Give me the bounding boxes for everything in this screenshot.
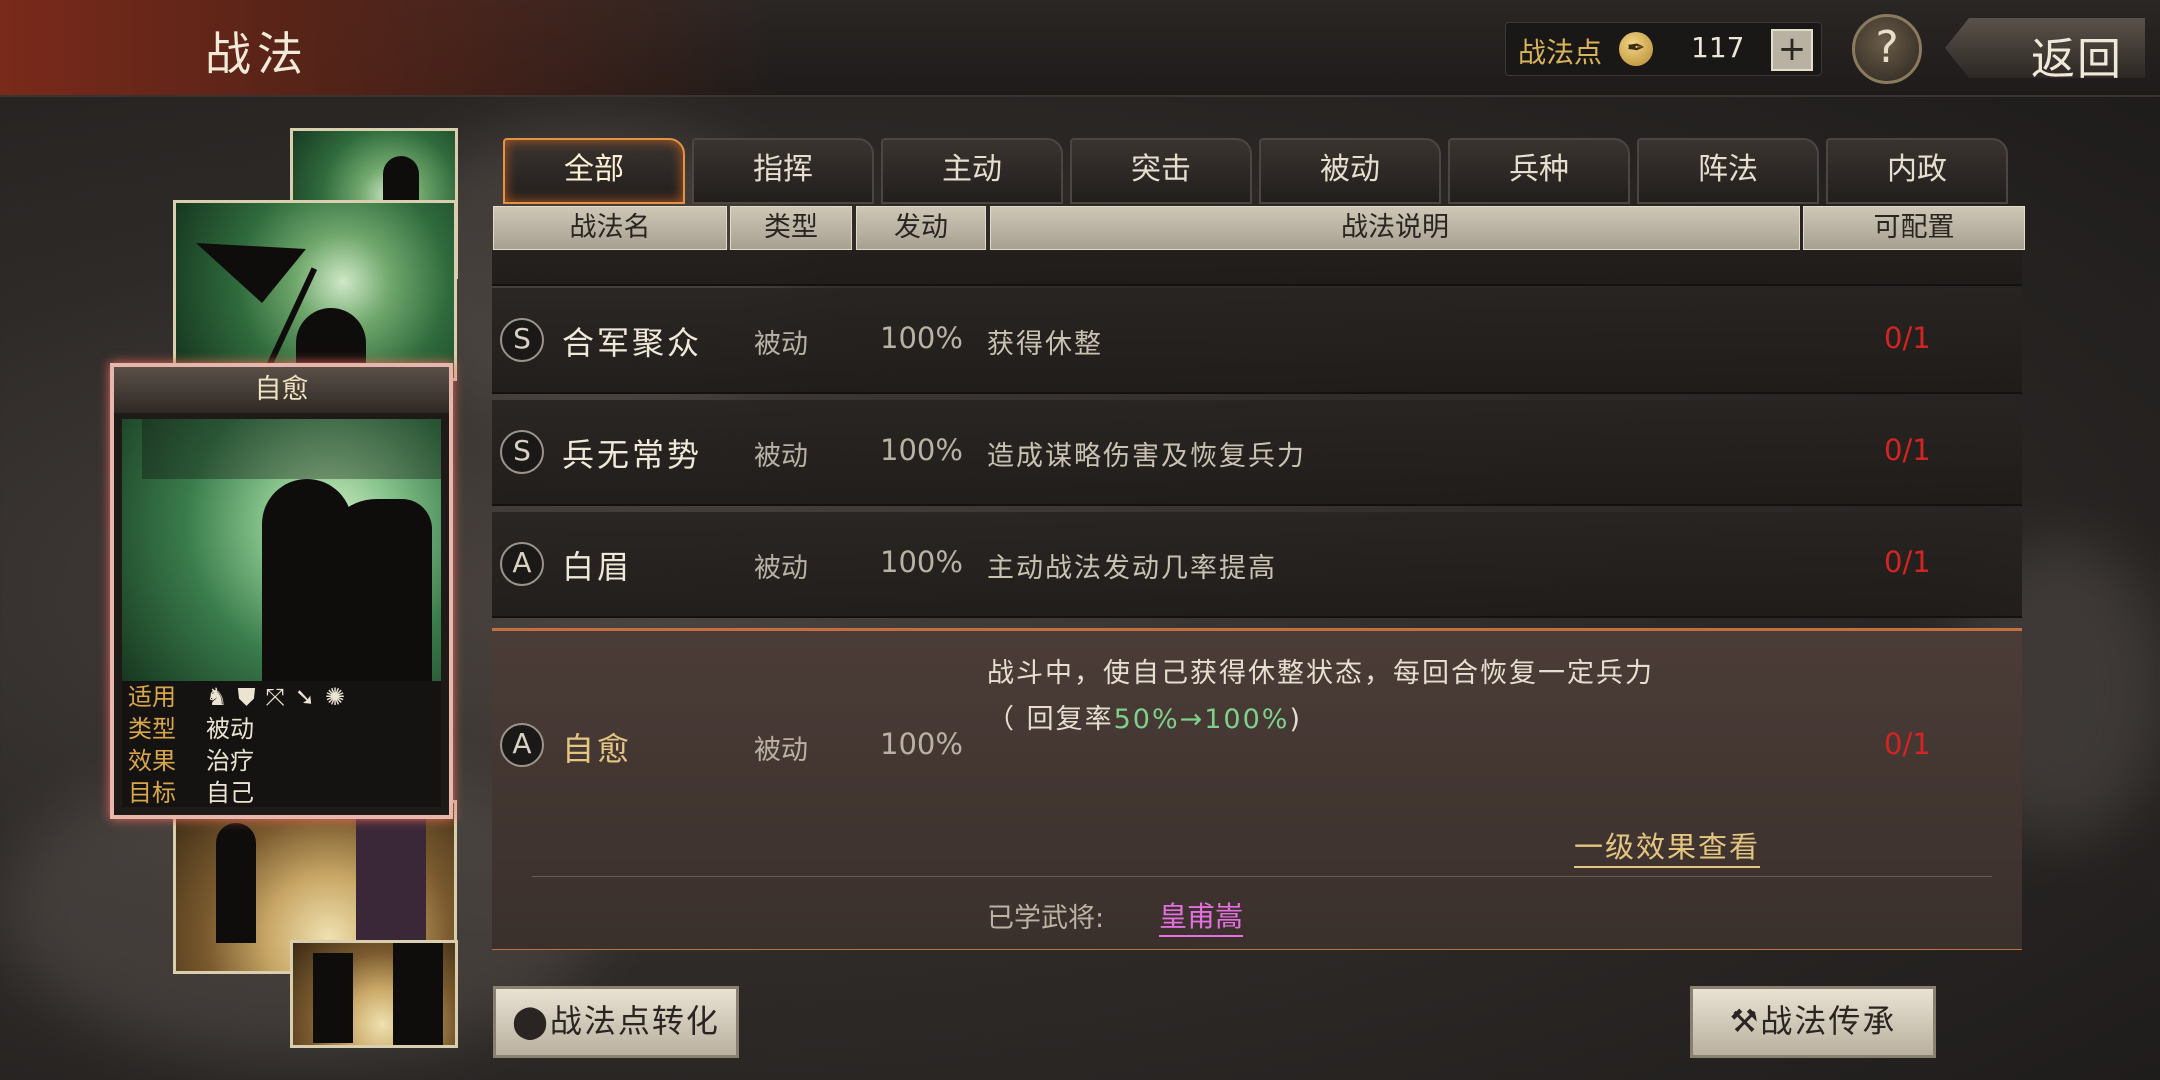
help-button[interactable]: ?: [1852, 14, 1922, 84]
unit-type-icons: ♞⛊⤧➘✺: [206, 681, 355, 713]
tactic-type: 被动: [754, 329, 808, 360]
grade-badge: A: [500, 723, 544, 767]
tactic-list[interactable]: S 合军聚众 被动 100% 获得休整 0/1 S 兵无常势 被动 100% 造…: [492, 250, 2022, 950]
back-label: 返回: [2031, 34, 2123, 85]
tactic-type: 被动: [754, 553, 808, 584]
card-key: 效果: [128, 747, 176, 775]
tactic-description-line1: 战斗中，使自己获得休整状态，每回合恢复一定兵力: [987, 658, 1654, 689]
tactic-description-line2: （ 回复率50%→100%): [987, 697, 1302, 736]
tab-active[interactable]: 主动: [881, 138, 1063, 204]
general-silhouette: [322, 499, 432, 681]
grade-badge: S: [500, 430, 544, 474]
card-row-type: 类型 被动: [122, 713, 441, 745]
card-key: 类型: [128, 715, 176, 743]
tab-all[interactable]: 全部: [503, 138, 685, 204]
list-item[interactable]: S 合军聚众 被动 100% 获得休整 0/1: [492, 288, 2022, 394]
bow-icon: ⤧: [265, 683, 295, 711]
tactic-description: 主动战法发动几率提高: [987, 553, 1277, 584]
tactic-rate: 100%: [880, 321, 963, 355]
tactic-rate: 100%: [880, 545, 963, 579]
tactic-point-coin-icon: ✒: [1619, 32, 1653, 66]
tactic-description: 获得休整: [987, 329, 1103, 360]
add-points-button[interactable]: +: [1771, 29, 1813, 71]
tactic-type: 被动: [754, 735, 808, 766]
tactic-rate: 100%: [880, 727, 963, 761]
card-title: 自愈: [114, 367, 449, 413]
card-value: 治疗: [206, 747, 254, 775]
silhouette: [313, 953, 353, 1043]
tactic-description: 造成谋略伤害及恢复兵力: [987, 441, 1306, 472]
tab-troop-type[interactable]: 兵种: [1448, 138, 1630, 204]
card-key: 目标: [128, 779, 176, 807]
spear-icon: ➘: [294, 683, 325, 711]
card-info: 适用 ♞⛊⤧➘✺ 类型 被动 效果 治疗 目标 自己: [122, 681, 441, 807]
convert-points-label: 战法点转化: [549, 1002, 720, 1040]
army-silhouette: [142, 419, 441, 479]
tab-passive[interactable]: 被动: [1259, 138, 1441, 204]
inherit-tactic-button[interactable]: ⚒战法传承: [1690, 986, 1936, 1058]
tab-command[interactable]: 指挥: [692, 138, 874, 204]
column-header-name[interactable]: 战法名: [493, 206, 727, 250]
tactic-name: 自愈: [562, 730, 633, 768]
recovery-rate-arrow: →: [1179, 704, 1205, 735]
tactic-config-count: 0/1: [1884, 727, 1931, 761]
tactic-rate: 100%: [880, 433, 963, 467]
tactic-points-value: 117: [1691, 31, 1745, 64]
list-item[interactable]: [492, 250, 2022, 286]
card-artwork: [122, 419, 441, 681]
list-item[interactable]: A 白眉 被动 100% 主动战法发动几率提高 0/1: [492, 512, 2022, 618]
convert-points-button[interactable]: ⬤战法点转化: [493, 986, 739, 1058]
tactic-config-count: 0/1: [1884, 545, 1931, 579]
tactic-config-count: 0/1: [1884, 321, 1931, 355]
column-header-description: 战法说明: [990, 206, 1800, 250]
recovery-rate-to: 100%: [1204, 704, 1290, 735]
learned-general-link[interactable]: 皇甫嵩: [1159, 895, 1244, 937]
tab-assault[interactable]: 突击: [1070, 138, 1252, 204]
title-glow: [0, 0, 780, 95]
drop-icon: ⬤: [512, 1002, 550, 1040]
grade-badge: A: [500, 542, 544, 586]
tactic-type: 被动: [754, 441, 808, 472]
card-key: 适用: [128, 683, 176, 711]
tactic-points-box: 战法点 ✒ 117 +: [1505, 22, 1822, 76]
tactic-name: 白眉: [562, 548, 633, 586]
tactic-name: 合军聚众: [562, 324, 703, 362]
list-item[interactable]: S 兵无常势 被动 100% 造成谋略伤害及恢复兵力 0/1: [492, 400, 2022, 506]
grade-badge: S: [500, 318, 544, 362]
selected-tactic-card[interactable]: 自愈 适用 ♞⛊⤧➘✺ 类型 被动 效果 治疗 目标 自己: [110, 363, 453, 819]
tab-internal-affairs[interactable]: 内政: [1826, 138, 2008, 204]
recovery-rate-label: （ 回复率: [987, 704, 1114, 735]
tactic-points-label: 战法点: [1518, 36, 1603, 69]
divider: [532, 876, 1992, 877]
silhouette: [393, 943, 443, 1045]
inherit-tactic-label: 战法传承: [1760, 1002, 1897, 1040]
level-one-effect-link[interactable]: 一级效果查看: [1574, 824, 1761, 868]
silhouette: [216, 823, 256, 943]
top-bar: 战法 战法点 ✒ 117 + ? 返回: [0, 0, 2160, 97]
column-header-trigger[interactable]: 发动: [856, 206, 986, 250]
card-value: 被动: [206, 715, 254, 743]
card-row-effect: 效果 治疗: [122, 745, 441, 777]
stack-card[interactable]: [290, 940, 458, 1048]
tactic-config-count: 0/1: [1884, 433, 1931, 467]
stack-card[interactable]: [173, 200, 457, 381]
hammer-icon: ⚒: [1729, 1002, 1761, 1040]
tactic-name: 兵无常势: [562, 436, 703, 474]
card-value: 自己: [206, 779, 254, 807]
back-button[interactable]: 返回: [1945, 18, 2145, 78]
card-row-target: 目标 自己: [122, 777, 441, 809]
recovery-rate-close: ): [1289, 704, 1302, 735]
selected-list-item[interactable]: A 自愈 被动 100% 战斗中，使自己获得休整状态，每回合恢复一定兵力 （ 回…: [492, 628, 2022, 950]
learned-generals-label: 已学武将:: [987, 903, 1105, 934]
tab-formation[interactable]: 阵法: [1637, 138, 1819, 204]
shield-icon: ⛊: [237, 683, 266, 711]
cavalry-icon: ♞: [206, 683, 238, 711]
page-title: 战法: [205, 27, 309, 81]
recovery-rate-from: 50%: [1113, 704, 1180, 735]
column-header-configurable[interactable]: 可配置: [1803, 206, 2025, 250]
card-row-applicable: 适用 ♞⛊⤧➘✺: [122, 681, 441, 713]
flag: [196, 243, 306, 303]
wheel-icon: ✺: [324, 683, 355, 711]
column-header-type[interactable]: 类型: [730, 206, 852, 250]
